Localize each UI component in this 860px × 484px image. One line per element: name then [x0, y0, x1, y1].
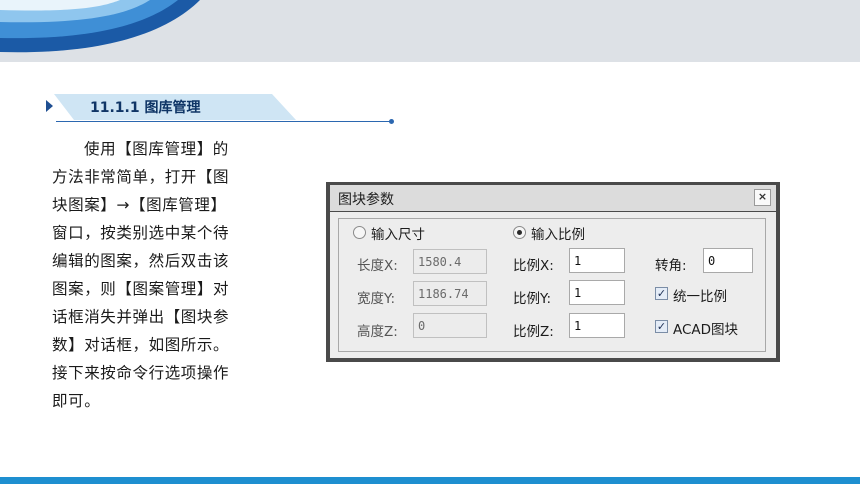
length-label: 长度X:: [357, 258, 398, 274]
section-heading: 11.1.1 图库管理: [44, 92, 396, 128]
bottom-accent-bar: [0, 477, 860, 484]
length-field[interactable]: 1580.4: [413, 249, 487, 274]
radio-input-size-label[interactable]: 输入尺寸: [371, 223, 425, 243]
acad-block-label[interactable]: ACAD图块: [673, 318, 738, 338]
dialog-titlebar[interactable]: 图块参数 ×: [330, 185, 776, 211]
radio-input-size[interactable]: [353, 226, 366, 239]
close-icon[interactable]: ×: [754, 189, 771, 206]
dialog-panel: 输入尺寸 长度X: 1580.4 宽度Y: 1186.74 高度Z: 0 输入比…: [338, 218, 766, 352]
section-title: 11.1.1 图库管理: [90, 100, 201, 116]
rotation-field[interactable]: 0: [703, 248, 753, 273]
scale-z-field[interactable]: 1: [569, 313, 625, 338]
scale-y-field[interactable]: 1: [569, 280, 625, 305]
scale-y-label: 比例Y:: [513, 291, 552, 307]
heading-dot-icon: [389, 119, 394, 124]
dialog-title: 图块参数: [338, 192, 394, 208]
height-field[interactable]: 0: [413, 313, 487, 338]
paragraph-line: 窗口，按类别选中某个待: [52, 224, 230, 242]
uniform-scale-checkbox[interactable]: ✓: [655, 287, 668, 300]
heading-underline: [56, 121, 392, 122]
scale-x-field[interactable]: 1: [569, 248, 625, 273]
paragraph-line: 块图案】→【图库管理】: [52, 196, 227, 214]
paragraph-line: 图案，则【图案管理】对: [52, 280, 230, 298]
uniform-scale-label[interactable]: 统一比例: [673, 285, 727, 305]
width-label: 宽度Y:: [357, 291, 396, 307]
width-field[interactable]: 1186.74: [413, 281, 487, 306]
paragraph-line: 数】对话框，如图所示。: [52, 336, 230, 354]
paragraph-line: 编辑的图案，然后双击该: [52, 252, 230, 270]
paragraph-line: 即可。: [52, 392, 101, 410]
paragraph-line: 话框消失并弹出【图块参: [52, 308, 230, 326]
acad-block-checkbox[interactable]: ✓: [655, 320, 668, 333]
paragraph-line: 方法非常简单，打开【图: [52, 168, 230, 186]
dialog-body: 输入尺寸 长度X: 1580.4 宽度Y: 1186.74 高度Z: 0 输入比…: [330, 212, 776, 358]
paragraph-line: 使用【图库管理】的: [84, 140, 229, 158]
block-params-dialog: 图块参数 × 输入尺寸 长度X: 1580.4 宽度Y: 1186.74 高度Z…: [326, 182, 780, 362]
radio-input-scale[interactable]: [513, 226, 526, 239]
rotation-label: 转角:: [655, 258, 687, 274]
body-paragraph: 使用【图库管理】的 方法非常简单，打开【图 块图案】→【图库管理】 窗口，按类别…: [52, 135, 274, 415]
height-label: 高度Z:: [357, 324, 398, 340]
scale-z-label: 比例Z:: [513, 324, 554, 340]
radio-input-scale-label[interactable]: 输入比例: [531, 223, 585, 243]
heading-arrow-icon: [46, 100, 53, 112]
scale-x-label: 比例X:: [513, 258, 554, 274]
paragraph-line: 接下来按命令行选项操作: [52, 364, 230, 382]
top-wave-decoration: [0, 0, 200, 53]
